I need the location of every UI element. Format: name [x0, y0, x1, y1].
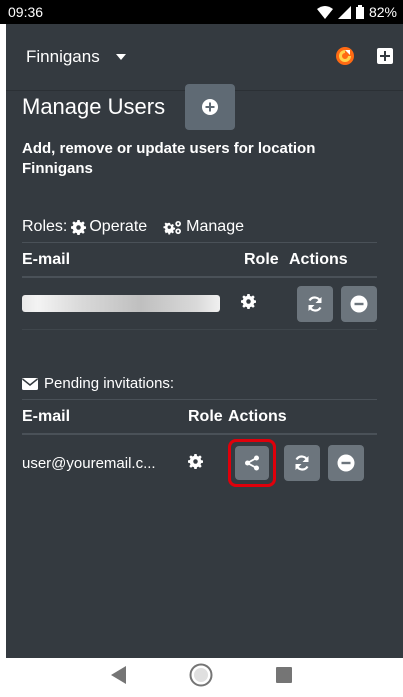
- users-table-header: E-mail Role Actions: [22, 242, 377, 278]
- status-time: 09:36: [8, 4, 44, 20]
- header-role: Role: [188, 407, 223, 425]
- pending-label-text: Pending invitations:: [44, 375, 175, 392]
- minus-circle-icon: [337, 454, 355, 472]
- status-icons: 82%: [316, 4, 397, 20]
- role-operate: Operate: [71, 218, 147, 236]
- wifi-icon: [316, 5, 333, 19]
- battery-percent: 82%: [368, 4, 397, 20]
- roles-legend: Roles: Operate Manage: [22, 218, 244, 236]
- refresh-logo-icon[interactable]: [335, 46, 355, 71]
- pending-invitations-label: Pending invitations:: [22, 375, 174, 392]
- android-nav-bar: [0, 658, 403, 697]
- cancel-invitation-button[interactable]: [328, 445, 364, 481]
- gear-icon: [240, 294, 256, 310]
- table-row: [22, 278, 377, 330]
- page-title: Manage Users: [22, 94, 166, 119]
- pending-table: E-mail Role Actions user@youremail.c...: [22, 399, 377, 491]
- share-highlight: [228, 439, 276, 487]
- user-role-cell[interactable]: [240, 294, 285, 313]
- header-role: Role: [244, 250, 279, 268]
- pending-actions: [228, 439, 364, 487]
- toolbar: Finnigans: [6, 24, 403, 91]
- role-manage-label: Manage: [186, 218, 244, 235]
- cogs-icon: [163, 220, 182, 234]
- user-email-cell: [22, 295, 241, 312]
- home-icon[interactable]: [189, 663, 213, 692]
- back-icon[interactable]: [111, 666, 127, 689]
- envelope-icon: [22, 377, 38, 390]
- header-actions: Actions: [289, 250, 348, 268]
- table-row: user@youremail.c...: [22, 435, 377, 491]
- pending-table-header: E-mail Role Actions: [22, 399, 377, 435]
- header-actions: Actions: [228, 407, 287, 425]
- status-bar: 09:36 82%: [0, 0, 403, 24]
- recents-icon[interactable]: [275, 667, 292, 688]
- location-name: Finnigans: [26, 47, 100, 66]
- add-user-button[interactable]: [185, 84, 236, 130]
- user-actions: [297, 285, 377, 322]
- pending-email: user@youremail.c...: [22, 454, 156, 472]
- roles-prefix: Roles:: [22, 218, 68, 235]
- share-icon: [245, 455, 259, 471]
- role-operate-label: Operate: [89, 218, 148, 235]
- header-email: E-mail: [22, 250, 71, 268]
- sync-icon: [295, 455, 309, 471]
- toolbar-actions: [335, 46, 393, 71]
- sync-icon: [308, 295, 322, 312]
- plus-square-icon[interactable]: [377, 48, 393, 69]
- resend-button[interactable]: [297, 285, 333, 322]
- signal-icon: [337, 5, 351, 19]
- minus-circle-icon: [350, 295, 368, 312]
- page-subtitle: Add, remove or update users for location…: [22, 140, 316, 177]
- remove-user-button[interactable]: [341, 285, 377, 322]
- title-row: Manage Users: [22, 84, 236, 130]
- role-manage: Manage: [163, 218, 244, 236]
- plus-circle-icon: [202, 99, 219, 115]
- battery-icon: [355, 5, 364, 19]
- header-email: E-mail: [22, 407, 71, 425]
- caret-down-icon: [115, 54, 126, 60]
- gear-icon: [188, 453, 203, 469]
- gear-icon: [71, 219, 87, 235]
- share-invitation-button[interactable]: [235, 446, 269, 480]
- location-dropdown[interactable]: Finnigans: [26, 47, 126, 67]
- redacted-email: [22, 295, 220, 312]
- pending-role-cell[interactable]: [188, 453, 228, 473]
- users-table: E-mail Role Actions: [22, 242, 377, 330]
- resend-invitation-button[interactable]: [284, 445, 320, 481]
